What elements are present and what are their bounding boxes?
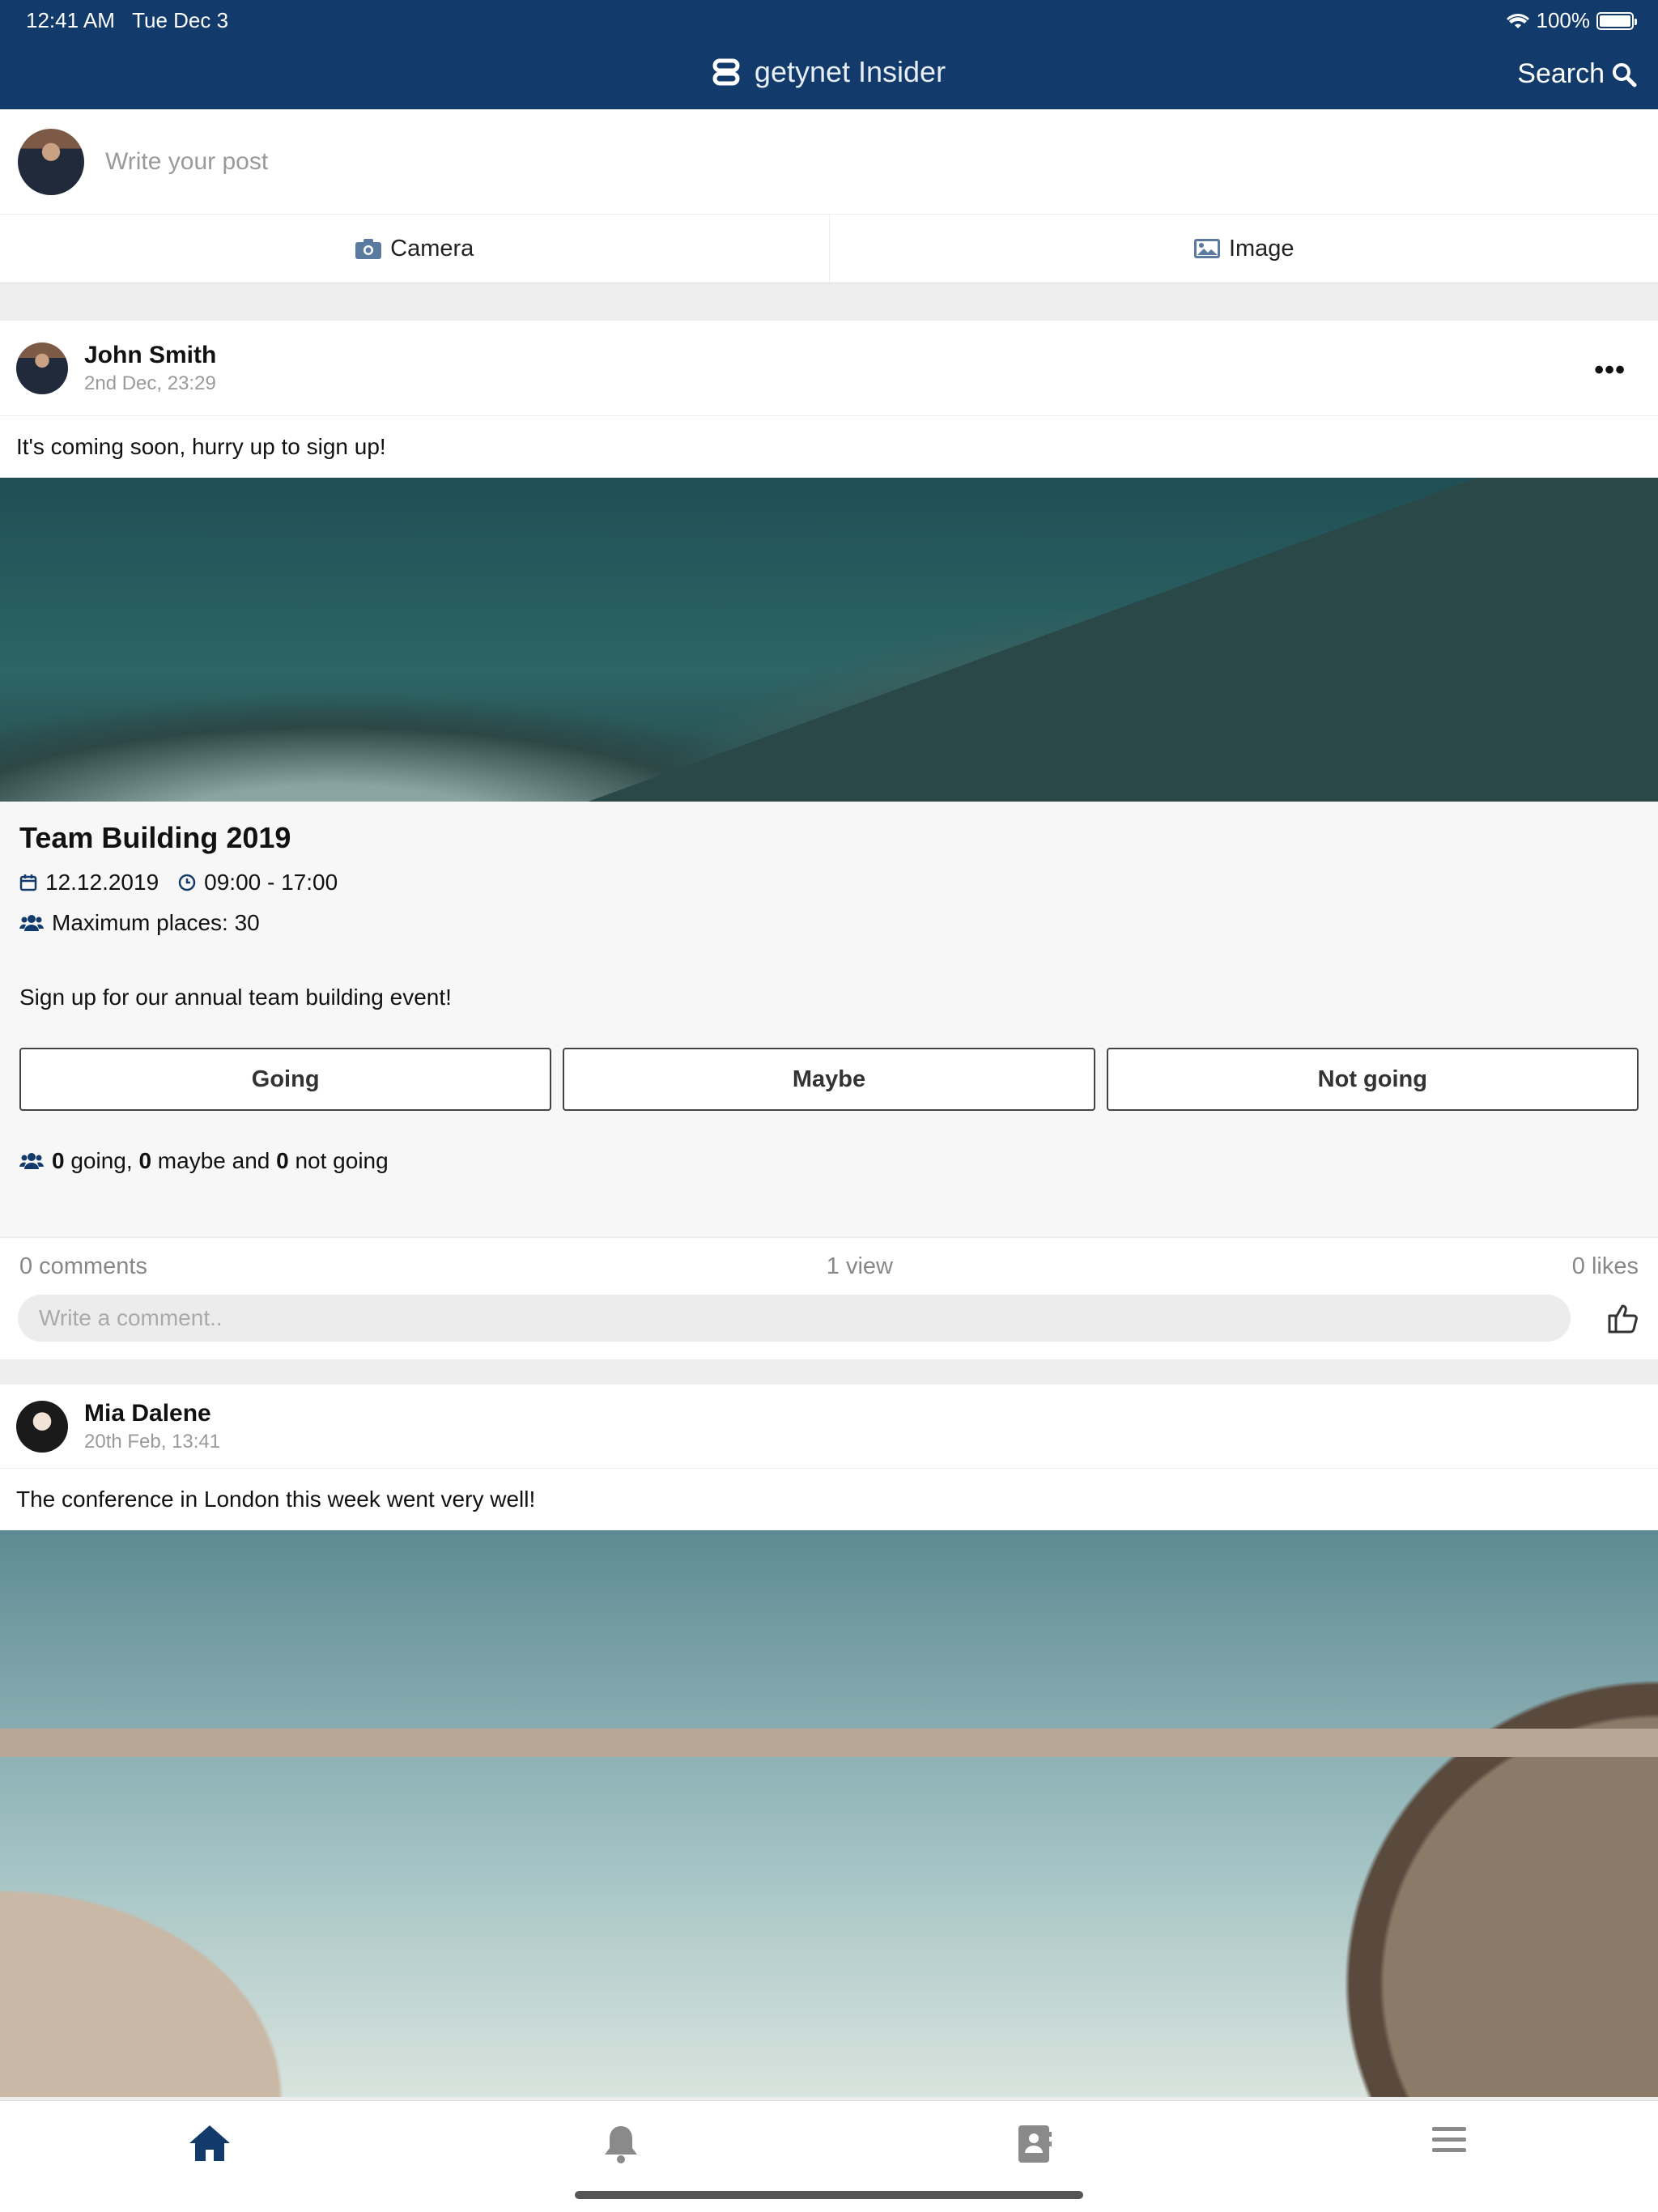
views-count: 1 view: [826, 1253, 893, 1279]
rsvp-buttons: Going Maybe Not going: [19, 1048, 1639, 1111]
post-image-london[interactable]: [0, 1530, 1658, 2097]
battery-icon: [1596, 11, 1637, 30]
post-composer: Write your post Camera Image: [0, 109, 1658, 283]
going-count: 0: [52, 1148, 65, 1173]
event-card: Team Building 2019 12.12.2019 09:00 - 17…: [0, 802, 1658, 1236]
rsvp-summary: 0 going, 0 maybe and 0 not going: [19, 1148, 1639, 1174]
event-title: Team Building 2019: [19, 821, 291, 854]
maybe-button[interactable]: Maybe: [563, 1048, 1095, 1111]
not-going-button[interactable]: Not going: [1106, 1048, 1639, 1111]
event-date: 12.12.2019: [45, 870, 159, 895]
post-text: It's coming soon, hurry up to sign up!: [16, 434, 386, 459]
author-avatar[interactable]: [16, 342, 68, 394]
maybe-label: maybe and: [151, 1148, 277, 1173]
wifi-icon: [1506, 13, 1529, 28]
avatar: [18, 128, 84, 195]
battery-level: [1600, 15, 1630, 27]
post-card: John Smith 2nd Dec, 23:29 ••• It's comin…: [0, 321, 1658, 1359]
tab-menu[interactable]: [1431, 2124, 1467, 2160]
post-card: Mia Dalene 20th Feb, 13:41 The conferenc…: [0, 1385, 1658, 2097]
post-input[interactable]: Write your post: [105, 148, 268, 176]
post-image-mountains[interactable]: [0, 478, 1658, 802]
users-icon: [19, 915, 44, 931]
calendar-icon: [19, 874, 37, 891]
maybe-count: 0: [138, 1148, 152, 1173]
home-icon: [189, 2125, 230, 2161]
composer-actions: Camera Image: [0, 215, 1658, 283]
event-description: Sign up for our annual team building eve…: [19, 985, 452, 1010]
clock: 12:41 AM: [26, 8, 115, 32]
image-label: Image: [1228, 235, 1295, 262]
camera-icon: [355, 239, 382, 259]
comment-input[interactable]: Write a comment..: [18, 1295, 1571, 1342]
search-label: Search: [1517, 58, 1605, 89]
home-indicator: [575, 2191, 1083, 2199]
status-right: 100%: [1506, 8, 1637, 33]
author-name[interactable]: Mia Dalene: [84, 1400, 220, 1427]
event-datetime: 12.12.2019 09:00 - 17:00: [19, 870, 1639, 895]
author-avatar[interactable]: [16, 1400, 68, 1453]
clock-icon: [178, 874, 196, 891]
not-going-label: not going: [288, 1148, 389, 1173]
going-label: going,: [64, 1148, 139, 1173]
post-stats: 0 comments 1 view 0 likes: [0, 1236, 1658, 1295]
thumbs-up-icon[interactable]: [1606, 1301, 1640, 1335]
post-meta: Mia Dalene 20th Feb, 13:41: [84, 1400, 220, 1453]
post-header: John Smith 2nd Dec, 23:29 •••: [0, 321, 1658, 416]
status-time: 12:41 AM Tue Dec 3: [26, 8, 228, 33]
camera-label: Camera: [390, 235, 474, 262]
event-capacity: Maximum places: 30: [19, 910, 1639, 936]
users-icon: [19, 1153, 44, 1169]
app-brand: getynet Insider: [0, 55, 1658, 89]
camera-button[interactable]: Camera: [0, 215, 829, 283]
tab-contacts[interactable]: [1017, 2124, 1052, 2168]
bell-icon: [605, 2126, 637, 2163]
post-header: Mia Dalene 20th Feb, 13:41: [0, 1385, 1658, 1469]
author-name[interactable]: John Smith: [84, 342, 216, 369]
likes-count[interactable]: 0 likes: [1572, 1253, 1639, 1280]
post-text: The conference in London this week went …: [16, 1487, 536, 1512]
tab-home[interactable]: [188, 2124, 232, 2167]
tab-notifications[interactable]: [602, 2124, 640, 2168]
post-meta: John Smith 2nd Dec, 23:29: [84, 342, 216, 395]
post-timestamp: 2nd Dec, 23:29: [84, 372, 216, 394]
rsvp-summary-text: 0 going, 0 maybe and 0 not going: [52, 1148, 389, 1174]
event-time: 09:00 - 17:00: [204, 870, 338, 895]
image-icon: [1193, 239, 1220, 258]
date: Tue Dec 3: [132, 8, 229, 32]
battery-percent: 100%: [1536, 8, 1591, 32]
menu-icon: [1432, 2127, 1466, 2152]
comment-row: Write a comment..: [0, 1295, 1658, 1359]
not-going-count: 0: [276, 1148, 289, 1173]
top-bar: 12:41 AM Tue Dec 3 100% getynet Insider …: [0, 0, 1658, 109]
search-button[interactable]: Search: [1517, 58, 1637, 90]
post-timestamp: 20th Feb, 13:41: [84, 1430, 221, 1453]
going-button[interactable]: Going: [19, 1048, 552, 1111]
more-options-icon[interactable]: •••: [1594, 355, 1626, 386]
composer-row: Write your post: [0, 109, 1658, 215]
contacts-icon: [1018, 2125, 1052, 2163]
brand-name: getynet Insider: [754, 55, 946, 88]
image-button[interactable]: Image: [828, 215, 1658, 283]
search-icon: [1613, 62, 1637, 87]
comments-count[interactable]: 0 comments: [19, 1253, 147, 1280]
getynet-logo-icon: [712, 58, 740, 86]
event-capacity-text: Maximum places: 30: [52, 910, 260, 935]
